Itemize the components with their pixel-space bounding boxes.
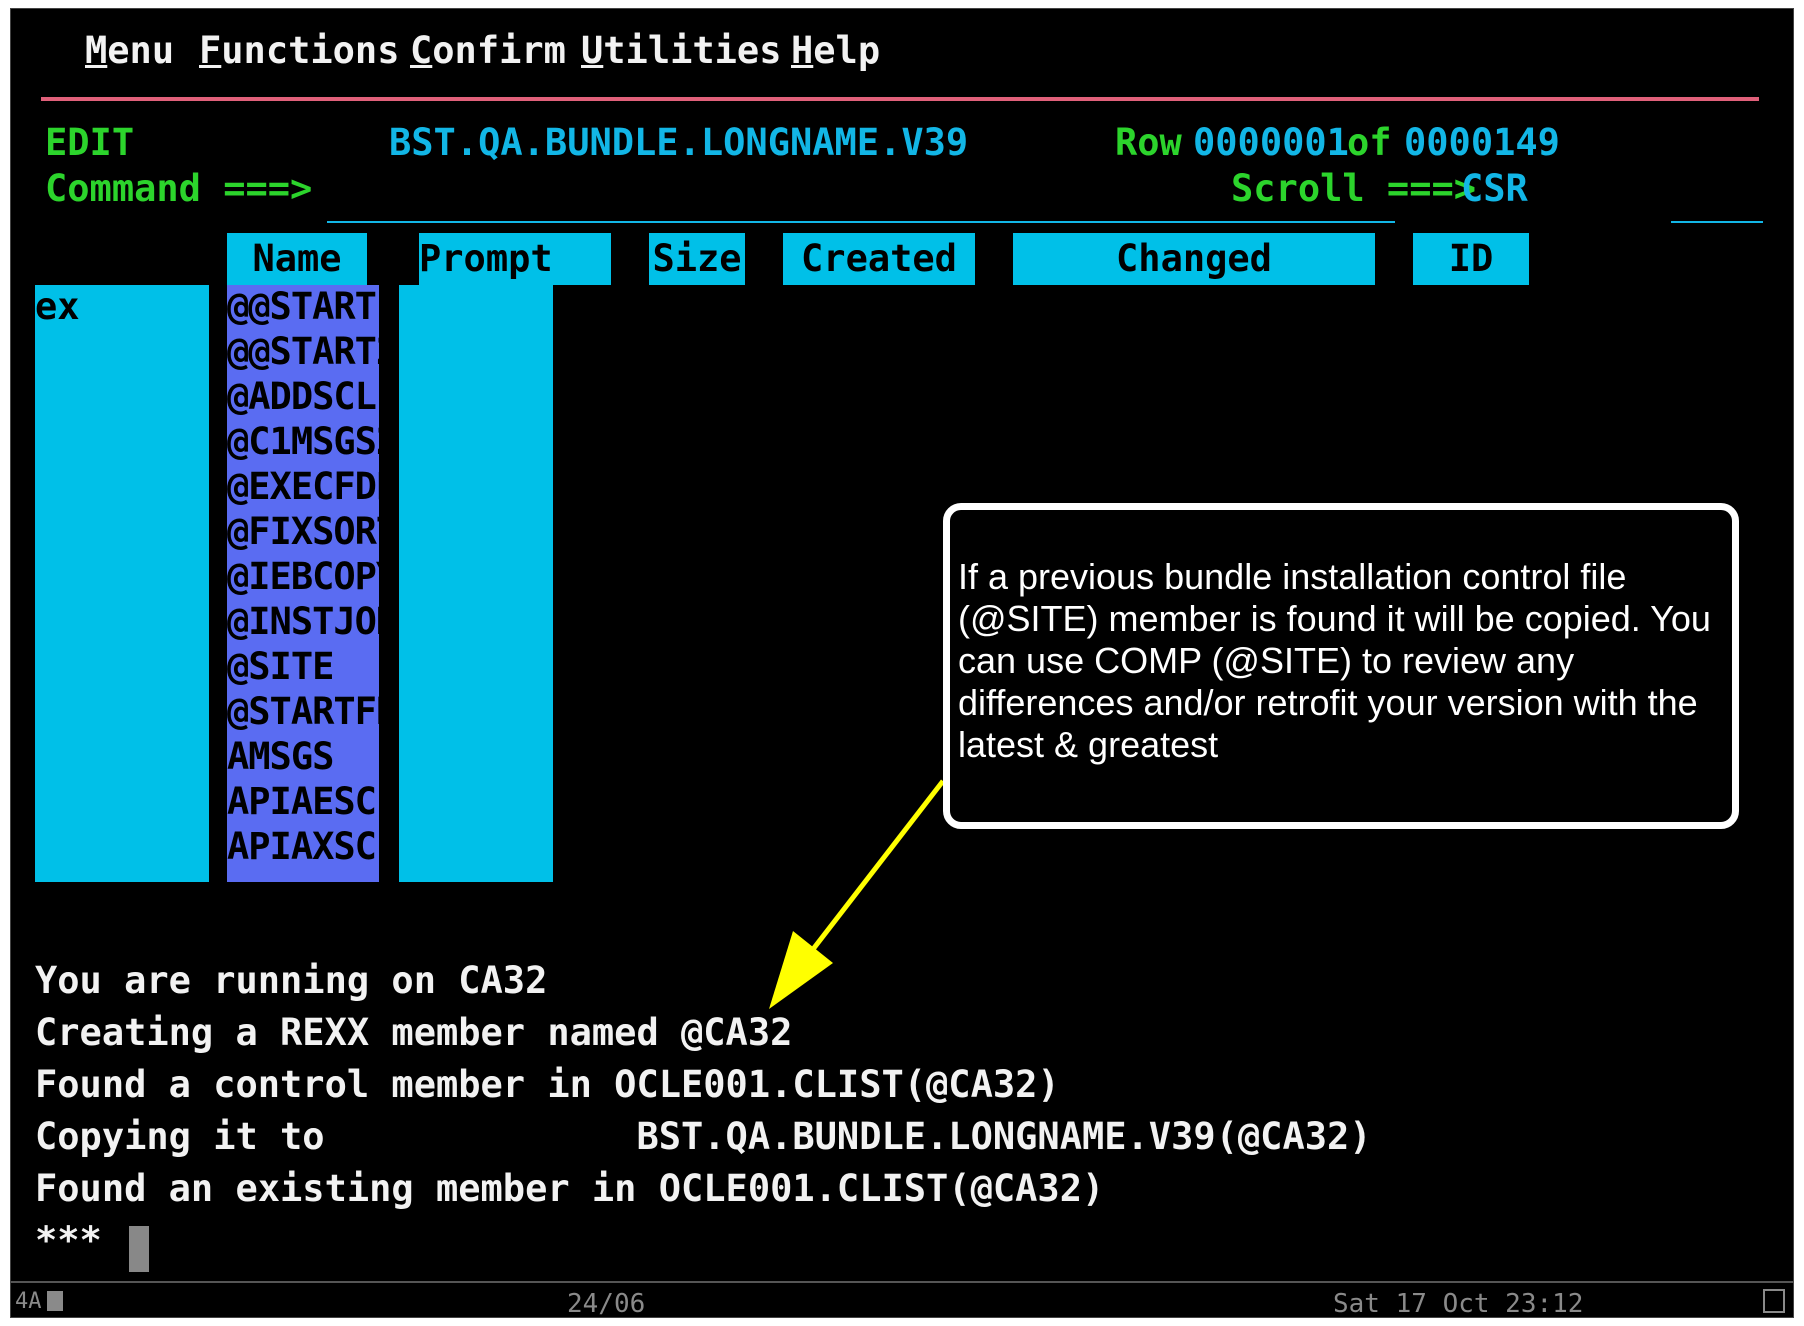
status-block-icon [47,1291,63,1311]
terminal-window: Menu Functions Confirm Utilities Help ED… [10,8,1794,1319]
callout-text: If a previous bundle installation contro… [958,556,1711,765]
cursor-position: 24/06 [567,1289,646,1319]
status-datetime: Sat 17 Oct 23:12 [1333,1289,1584,1319]
callout-box: If a previous bundle installation contro… [943,503,1739,829]
arrow-head [769,931,833,1009]
status-corner-icon [1763,1289,1785,1313]
status-bar: 4A 24/06 Sat 17 Oct 23:12 [11,1281,1793,1319]
keyboard-status-icon: 4A [15,1289,42,1314]
arrow-shaft [805,779,945,959]
